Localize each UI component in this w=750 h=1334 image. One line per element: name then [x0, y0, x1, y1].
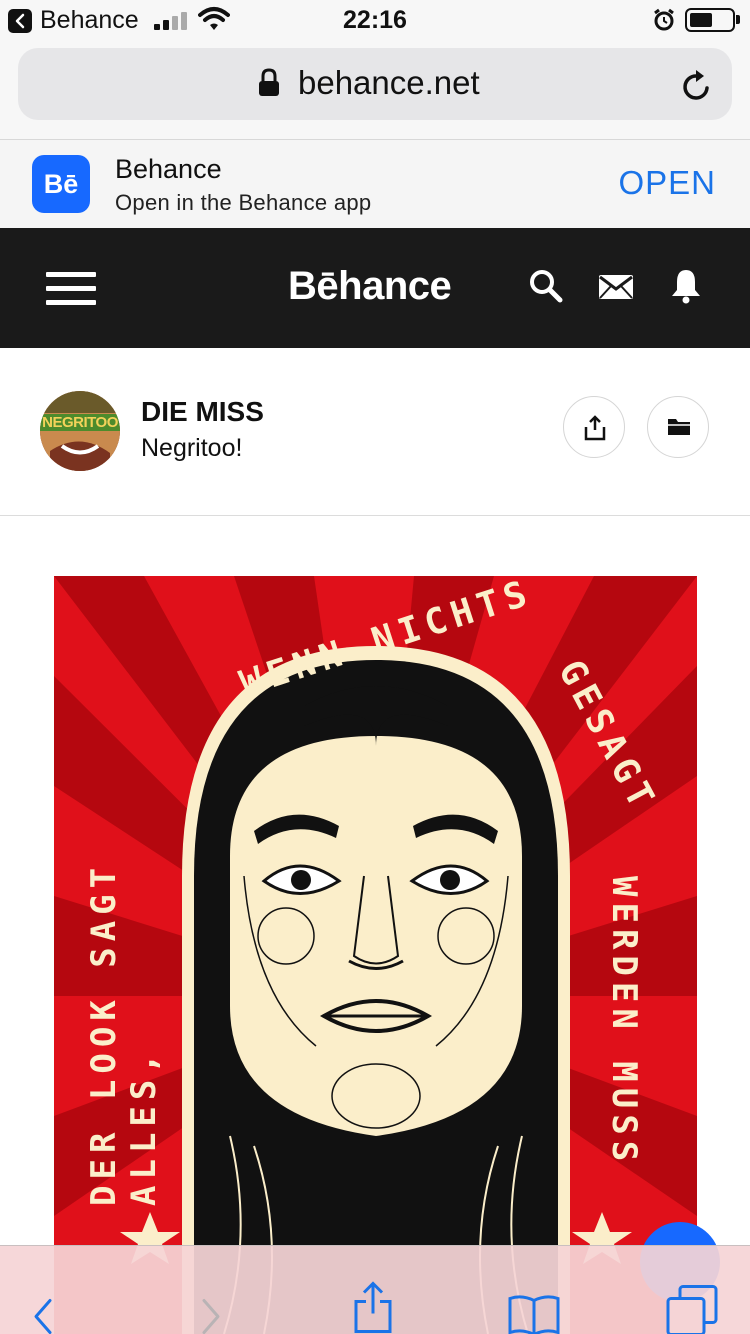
avatar[interactable]: NEGRITOO: [40, 391, 120, 471]
bell-icon[interactable]: [670, 268, 702, 304]
site-header: Bēhance: [0, 228, 750, 348]
search-icon[interactable]: [528, 268, 564, 304]
share-icon[interactable]: [352, 1264, 394, 1334]
banner-title: Behance: [115, 154, 222, 184]
open-app-button[interactable]: OPEN: [618, 164, 716, 202]
status-time: 22:16: [343, 6, 407, 34]
brand-logo[interactable]: Bēhance: [288, 264, 452, 309]
battery-cap: [736, 15, 740, 24]
app-banner: Bē Behance Open in the Behance app OPEN: [0, 140, 750, 228]
behance-app-icon[interactable]: Bē: [32, 155, 90, 213]
artwork-left-text: DER LOOK SAGT ALLES,: [84, 861, 164, 1206]
tabs-icon[interactable]: [666, 1266, 718, 1334]
project-owner[interactable]: Negritoo!: [141, 434, 242, 463]
bookmarks-icon[interactable]: [508, 1270, 560, 1334]
banner-subtitle: Open in the Behance app: [115, 190, 372, 215]
browser-toolbar: [0, 1245, 750, 1334]
status-bar: Behance 22:16: [0, 0, 750, 40]
share-button[interactable]: [563, 396, 625, 458]
forward-icon[interactable]: [198, 1272, 224, 1334]
alarm-icon: [654, 8, 674, 31]
url-text: behance.net: [298, 64, 480, 101]
avatar-label: NEGRITOO: [40, 414, 120, 431]
save-to-collection-button[interactable]: [647, 396, 709, 458]
artwork-right-text: WERDEN MUSS: [604, 876, 644, 1168]
back-icon[interactable]: [30, 1272, 56, 1334]
battery-icon: [685, 8, 735, 32]
mail-icon[interactable]: [598, 274, 634, 300]
lock-icon: [259, 68, 279, 96]
project-artwork[interactable]: WENN NICHTS GESAGT DER LOOK SAGT ALLES, …: [54, 576, 697, 1334]
folder-icon: [668, 419, 690, 435]
address-bar[interactable]: behance.net: [18, 48, 732, 120]
share-icon: [584, 415, 606, 441]
reload-icon[interactable]: [680, 68, 714, 104]
menu-icon[interactable]: [46, 272, 96, 306]
project-header: NEGRITOO DIE MISS Negritoo!: [0, 348, 750, 516]
browser-address-area: behance.net: [0, 40, 750, 140]
project-title: DIE MISS: [141, 396, 264, 427]
